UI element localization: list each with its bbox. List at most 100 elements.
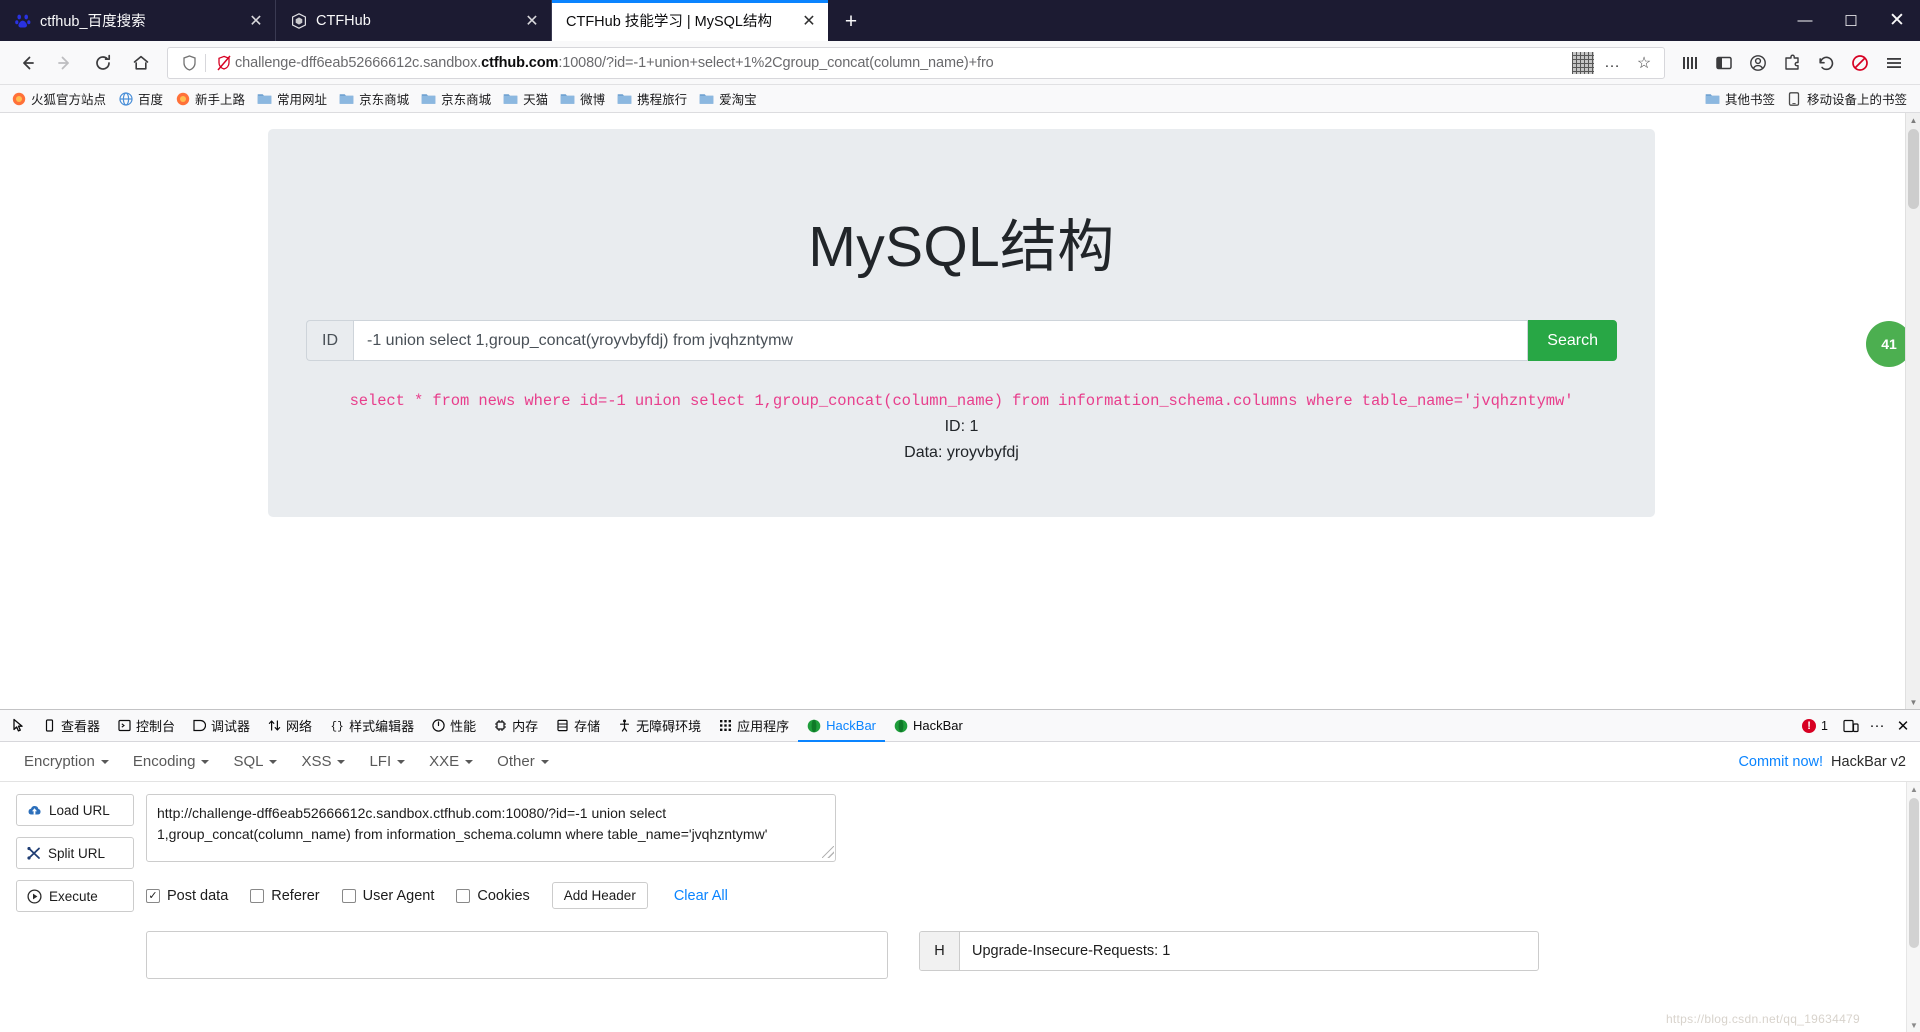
- bookmark-item-8[interactable]: 携程旅行: [612, 87, 694, 110]
- page-scrollbar[interactable]: ▲ ▼: [1905, 113, 1920, 709]
- url-prefix: challenge-dff6eab52666612c.sandbox.: [235, 54, 482, 71]
- checkbox-icon[interactable]: [456, 888, 471, 903]
- devtools-tab-7[interactable]: 存储: [547, 710, 609, 741]
- hackbar-menu-sql[interactable]: SQL: [221, 747, 289, 776]
- account-icon[interactable]: [1741, 47, 1775, 79]
- textarea-resize-handle-icon[interactable]: [822, 846, 834, 858]
- back-button[interactable]: [9, 46, 45, 80]
- page-scrollbar-thumb[interactable]: [1908, 129, 1919, 209]
- search-button[interactable]: Search: [1528, 320, 1617, 361]
- hackbar-scroll-up-icon[interactable]: ▲: [1907, 782, 1920, 796]
- load-url-button[interactable]: Load URL: [16, 794, 134, 826]
- hackbar-checkbox-user-agent[interactable]: User Agent: [341, 888, 434, 904]
- bookmark-item-2[interactable]: 新手上路: [170, 87, 252, 110]
- bookmark-item-7[interactable]: 微博: [555, 87, 612, 110]
- devtools-tab-1[interactable]: 控制台: [109, 710, 184, 741]
- undo-icon[interactable]: [1809, 47, 1843, 79]
- devtools-tab-10[interactable]: HackBar: [798, 710, 885, 742]
- devtools-tab-0[interactable]: 查看器: [34, 710, 109, 741]
- split-icon: [27, 846, 41, 860]
- close-devtools-icon[interactable]: ✕: [1890, 713, 1916, 739]
- hackbar-checkbox-referer[interactable]: Referer: [250, 888, 320, 904]
- browser-tab-2[interactable]: CTFHub 技能学习 | MySQL结构 ✕: [552, 0, 828, 41]
- scroll-down-arrow-icon[interactable]: ▼: [1906, 695, 1920, 709]
- hackbar-menu-label: Other: [497, 753, 535, 770]
- add-header-button[interactable]: Add Header: [551, 882, 648, 909]
- bookmark-folder-right-0[interactable]: 其他书签: [1700, 87, 1782, 110]
- hackbar-scrollbar-thumb[interactable]: [1909, 798, 1919, 948]
- id-search-input[interactable]: [353, 320, 1529, 361]
- scroll-up-arrow-icon[interactable]: ▲: [1906, 113, 1920, 127]
- responsive-design-icon[interactable]: [1838, 713, 1864, 739]
- library-icon[interactable]: [1673, 47, 1707, 79]
- url-bar[interactable]: challenge-dff6eab52666612c.sandbox.ctfhu…: [167, 46, 1665, 79]
- devtools-tab-9[interactable]: 应用程序: [710, 710, 798, 741]
- hackbar-url-textarea[interactable]: http://challenge-dff6eab52666612c.sandbo…: [146, 794, 836, 862]
- bookmark-item-5[interactable]: 京东商城: [416, 87, 498, 110]
- checkbox-icon[interactable]: [341, 888, 356, 903]
- url-text[interactable]: challenge-dff6eab52666612c.sandbox.ctfhu…: [235, 55, 1572, 71]
- hackbar-checkbox-post-data[interactable]: ✓ Post data: [146, 888, 228, 904]
- browser-tab-1[interactable]: CTFHub ✕: [276, 0, 552, 41]
- devtools-tab-3[interactable]: 网络: [259, 710, 321, 741]
- hackbar-menu-label: LFI: [369, 753, 392, 770]
- reload-button[interactable]: [85, 46, 121, 80]
- bookmark-item-6[interactable]: 天猫: [498, 87, 555, 110]
- hackbar-checkbox-cookies[interactable]: Cookies: [456, 888, 530, 904]
- blocked-icon[interactable]: [1843, 47, 1877, 79]
- hackbar-menu-lfi[interactable]: LFI: [357, 747, 417, 776]
- error-count-badge[interactable]: ! 1: [1802, 718, 1828, 733]
- hackbar-menu-other[interactable]: Other: [485, 747, 561, 776]
- header-value-input[interactable]: Upgrade-Insecure-Requests: 1: [960, 932, 1538, 970]
- window-close-button[interactable]: ✕: [1874, 0, 1920, 41]
- bookmark-folder-right-1[interactable]: 移动设备上的书签: [1782, 87, 1914, 110]
- new-tab-button[interactable]: +: [832, 3, 870, 41]
- qr-code-icon[interactable]: [1572, 51, 1594, 74]
- checkbox-icon[interactable]: [250, 888, 265, 903]
- hackbar-icon: [894, 719, 908, 733]
- hackbar-menu-xxe[interactable]: XXE: [417, 747, 485, 776]
- post-data-textarea[interactable]: [146, 931, 888, 979]
- hackbar-menu-label: Encoding: [132, 753, 196, 770]
- window-minimize-button[interactable]: —: [1782, 0, 1828, 41]
- tab-close-icon[interactable]: ✕: [798, 10, 820, 32]
- split-url-button[interactable]: Split URL: [16, 837, 134, 869]
- sidebar-icon[interactable]: [1707, 47, 1741, 79]
- tab-close-icon[interactable]: ✕: [521, 10, 543, 32]
- bookmark-label: 爱淘宝: [719, 93, 757, 107]
- devtools-tab-11[interactable]: HackBar: [885, 710, 972, 741]
- hackbar-menu-label: XSS: [301, 753, 332, 770]
- bookmark-star-icon[interactable]: ☆: [1628, 47, 1660, 79]
- bookmark-item-0[interactable]: 火狐官方站点: [6, 87, 113, 110]
- hackbar-menu-encryption[interactable]: Encryption: [12, 747, 121, 776]
- devtools-tab-5[interactable]: 性能: [423, 710, 485, 741]
- window-maximize-button[interactable]: ☐: [1828, 0, 1874, 41]
- execute-button[interactable]: Execute: [16, 880, 134, 912]
- page-actions-more-icon[interactable]: …: [1596, 47, 1628, 79]
- devtools-tab-4[interactable]: {} 样式编辑器: [321, 710, 423, 741]
- devtools-tab-8[interactable]: 无障碍环境: [609, 710, 710, 741]
- devtools-tab-6[interactable]: 内存: [485, 710, 547, 741]
- tracking-protection-off-icon[interactable]: [213, 55, 235, 71]
- checkbox-icon[interactable]: ✓: [146, 888, 160, 903]
- tab-close-icon[interactable]: ✕: [245, 10, 267, 32]
- bookmark-item-9[interactable]: 爱淘宝: [694, 87, 764, 110]
- hackbar-scroll-down-icon[interactable]: ▼: [1907, 1018, 1920, 1032]
- more-options-icon[interactable]: ···: [1864, 713, 1890, 739]
- bookmark-item-3[interactable]: 常用网址: [252, 87, 334, 110]
- clear-all-link[interactable]: Clear All: [674, 888, 728, 904]
- hackbar-menu-xss[interactable]: XSS: [289, 747, 357, 776]
- browser-tab-0[interactable]: ctfhub_百度搜索 ✕: [0, 0, 276, 41]
- hamburger-menu-icon[interactable]: [1877, 47, 1911, 79]
- devtools-tab-2[interactable]: 调试器: [184, 710, 259, 741]
- hackbar-scrollbar[interactable]: ▲ ▼: [1906, 782, 1920, 1032]
- forward-button[interactable]: [47, 46, 83, 80]
- hackbar-menu-encoding[interactable]: Encoding: [121, 747, 222, 776]
- bookmark-item-1[interactable]: 百度: [113, 87, 170, 110]
- home-button[interactable]: [123, 46, 159, 80]
- extension-icon[interactable]: [1775, 47, 1809, 79]
- commit-now-link[interactable]: Commit now!: [1738, 754, 1823, 770]
- bookmark-item-4[interactable]: 京东商城: [334, 87, 416, 110]
- shield-icon[interactable]: [178, 54, 200, 71]
- element-picker-icon[interactable]: [4, 711, 34, 741]
